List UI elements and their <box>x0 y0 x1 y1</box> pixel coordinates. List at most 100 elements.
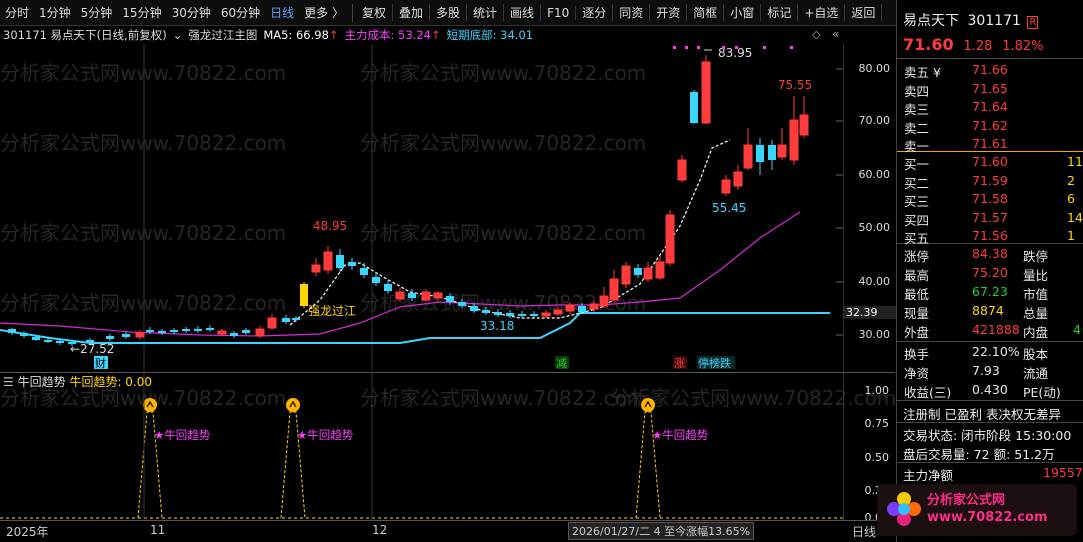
stat2-value: 7.93 <box>972 363 1000 378</box>
candle-body <box>106 336 114 339</box>
stat2-label-2: 股本 <box>1023 347 1049 362</box>
candle-body-fill <box>136 333 144 337</box>
indicator-name[interactable]: 强龙过江主图 <box>188 27 257 43</box>
toolbar-button-2[interactable]: 多股 <box>430 4 468 21</box>
candle-body <box>768 145 776 160</box>
stat-label-2: 市值 <box>1023 287 1049 302</box>
sub-tick-2: 0.50 <box>864 451 890 464</box>
candle-body-fill <box>622 266 630 284</box>
candle-body <box>44 340 52 342</box>
collapse-icon[interactable]: « <box>832 27 839 41</box>
candle-body <box>634 268 642 275</box>
period-tab-6[interactable]: 日线 <box>265 4 299 21</box>
candle-body-fill <box>644 268 652 279</box>
toolbar-button-8[interactable]: 开资 <box>650 4 688 21</box>
bull-signal-icon <box>641 398 655 412</box>
stat-label-2: 量比 <box>1023 268 1049 283</box>
toolbar-button-0[interactable]: 复权 <box>356 4 393 21</box>
bid-price: 71.57 <box>972 209 1008 225</box>
candle-body <box>158 331 166 333</box>
chevron-down-icon[interactable]: ⌄ <box>173 28 183 42</box>
r-tag: R <box>1027 16 1039 29</box>
toolbar-button-12[interactable]: +自选 <box>798 4 846 21</box>
price-tick-4: 40.00 <box>858 275 891 288</box>
candle-body <box>446 296 454 302</box>
trade-status: 交易状态: 闭市阶段 15:30:00 <box>903 428 1072 443</box>
candle-body <box>206 328 214 330</box>
toolbar-button-6[interactable]: 逐分 <box>576 4 614 21</box>
candle-body <box>690 92 698 123</box>
ask-row: 卖五 ¥ 71.66 <box>897 61 1083 80</box>
candle-body <box>384 284 392 291</box>
time-axis: 2025年 11 12 2026/01/27/二 4 至今涨幅13.65% 日线 <box>0 520 896 542</box>
candle-body <box>518 314 526 316</box>
ask-label: 卖三 <box>904 102 930 117</box>
watermark-text: 分析家公式网www.70822.com <box>360 61 646 85</box>
candle-body <box>470 306 478 311</box>
price-tick-3: 50.00 <box>858 221 891 234</box>
toolbar-button-4[interactable]: 画线 <box>504 4 542 21</box>
toolbar-button-11[interactable]: 标记 <box>761 4 799 21</box>
period-tab-5[interactable]: 60分钟 <box>216 4 265 21</box>
flower-logo-icon <box>885 490 923 528</box>
watermark-text: 分析家公式网www.70822.com <box>0 61 286 85</box>
ask-row: 卖二 71.62 <box>897 117 1083 136</box>
stock-code-name: 301171 易点天下(日线,前复权) <box>3 28 167 42</box>
settings-diamond-icon[interactable]: ◇ <box>812 28 820 41</box>
candle-body-fill <box>702 62 710 123</box>
candle-body-fill <box>256 329 264 336</box>
candle-body <box>282 318 290 322</box>
watermark-text: 分析家公式网www.70822.com <box>0 221 286 245</box>
toolbar-button-5[interactable]: F10 <box>541 5 577 20</box>
x-period-label[interactable]: 日线 <box>852 523 876 540</box>
period-tab-2[interactable]: 5分钟 <box>76 4 118 21</box>
candle-body-fill <box>734 172 742 186</box>
last-price: 71.60 <box>903 35 954 54</box>
bid-row: 买四 71.57 14 <box>897 209 1083 228</box>
price-axis: 80.00 70.00 60.00 50.00 40.00 30.00 32.39 <box>843 44 896 372</box>
candle-body-fill <box>722 180 730 193</box>
bull-return-trend-chart[interactable]: 分析家公式网www.70822.com 分析家公式网www.70822.com分析… <box>0 372 896 520</box>
candle-body <box>458 302 466 306</box>
toolbar-button-10[interactable]: 小窗 <box>724 4 762 21</box>
period-tab-1[interactable]: 1分钟 <box>34 4 76 21</box>
candle-body <box>56 341 64 343</box>
candle-body-fill <box>744 145 752 168</box>
stat2-label-2: 流通 <box>1023 366 1049 381</box>
stat-label-2: 内盘 <box>1023 325 1049 340</box>
candle-body <box>170 330 178 332</box>
ask-row: 卖四 71.65 <box>897 80 1083 99</box>
toolbar-button-7[interactable]: 同资 <box>613 4 651 21</box>
candlestick-chart[interactable]: 分析家公式网www.70822.com 分析家公式网www.70822.com 分析… <box>0 44 896 372</box>
candle-body-fill <box>590 304 598 309</box>
toolbar-button-1[interactable]: 叠加 <box>393 4 431 21</box>
watermark-text: 分析家公式网www.70822.com <box>0 131 286 155</box>
jian-marker: 减 <box>556 357 567 370</box>
period-tab-4[interactable]: 30分钟 <box>167 4 216 21</box>
signal-dot <box>697 46 700 49</box>
period-tab-0[interactable]: 分时 <box>0 4 34 21</box>
stat2-label: 收益(三) <box>904 385 952 400</box>
toolbar-button-9[interactable]: 简框 <box>687 4 725 21</box>
toolbar-button-13[interactable]: 返回 <box>845 4 883 21</box>
candle-body-fill <box>542 313 550 316</box>
period-tab-7[interactable]: 更多 〉 <box>299 4 349 21</box>
period-toolbar: 分时 1分钟 5分钟 15分钟 30分钟 60分钟 日线 更多 〉复权 叠加 多股 统计 画线 F10 逐… <box>0 0 896 26</box>
stat-value: 75.20 <box>972 265 1008 280</box>
ask-price: 71.62 <box>972 117 1008 133</box>
current-price-tag: 32.39 <box>844 306 896 319</box>
stat2-row: 收益(三) 0.430 PE(动) <box>897 381 1083 400</box>
bid-volume: 11 <box>1067 154 1083 169</box>
stat-row: 现量 8874 总量 <box>897 302 1083 321</box>
bid-label: 买二 <box>904 175 930 191</box>
ask-label: 卖二 <box>904 120 930 136</box>
period-tab-3[interactable]: 15分钟 <box>117 4 166 21</box>
signal-dot <box>685 46 688 49</box>
bid-price: 71.58 <box>972 191 1008 206</box>
candle-body-fill <box>218 331 226 334</box>
sub-tick-0: 1.00 <box>864 384 890 397</box>
stat2-row: 换手 22.10% 股本 <box>897 343 1083 362</box>
toolbar-button-3[interactable]: 统计 <box>467 4 505 21</box>
signal-dot <box>735 46 738 49</box>
price-pct: 1.82% <box>1002 39 1044 54</box>
